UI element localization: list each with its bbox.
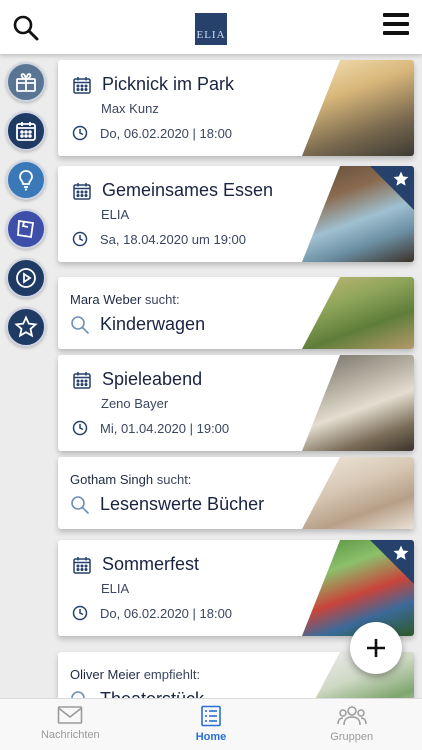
event-organizer: ELIA bbox=[101, 581, 130, 596]
request-photo bbox=[302, 277, 414, 349]
request-card[interactable]: Gotham Singh sucht: Lesenswerte Bücher bbox=[58, 457, 414, 529]
event-card[interactable]: Gemeinsames Essen ELIA Sa, 18.04.2020 um… bbox=[58, 166, 414, 262]
sidebar-ideas-button[interactable] bbox=[6, 160, 46, 200]
request-title: Lesenswerte Bücher bbox=[100, 494, 265, 514]
sidebar-calendar-button[interactable] bbox=[6, 111, 46, 151]
calendar-icon bbox=[73, 76, 91, 94]
request-verb: sucht: bbox=[144, 292, 180, 307]
event-title: Gemeinsames Essen bbox=[102, 180, 274, 200]
event-card[interactable]: Spieleabend Zeno Bayer Mi, 01.04.2020 | … bbox=[58, 355, 414, 451]
calendar-icon bbox=[73, 182, 91, 200]
event-photo bbox=[302, 60, 414, 156]
sidebar-play-button[interactable] bbox=[6, 258, 46, 298]
top-app-bar: ELIA bbox=[0, 0, 422, 54]
sidebar-favorites-button[interactable] bbox=[6, 307, 46, 347]
request-verb: sucht: bbox=[156, 472, 192, 487]
event-date: Do, 06.02.2020 | 18:00 bbox=[100, 125, 233, 141]
request-verb: empfiehlt: bbox=[143, 667, 201, 682]
request-card[interactable]: Mara Weber sucht: Kinderwagen bbox=[58, 277, 414, 349]
request-person: Gotham Singh bbox=[70, 472, 154, 487]
mail-icon bbox=[58, 706, 83, 724]
request-author-line: Oliver Meier empfiehlt: bbox=[70, 667, 200, 682]
search-icon bbox=[71, 315, 89, 334]
nav-label: Nachrichten bbox=[40, 729, 100, 741]
request-author-line: Mara Weber sucht: bbox=[70, 292, 180, 307]
calendar-icon bbox=[16, 122, 36, 141]
event-title: Sommerfest bbox=[102, 554, 200, 574]
request-person: Mara Weber bbox=[70, 292, 142, 307]
play-icon bbox=[16, 268, 36, 288]
event-organizer: Zeno Bayer bbox=[101, 396, 169, 411]
group-icon bbox=[336, 706, 367, 726]
request-person: Oliver Meier bbox=[70, 667, 141, 682]
clock-icon bbox=[72, 420, 88, 436]
clock-icon bbox=[72, 231, 88, 247]
event-organizer: ELIA bbox=[101, 207, 130, 222]
event-date: Mi, 01.04.2020 | 19:00 bbox=[100, 420, 230, 436]
star-icon bbox=[393, 171, 409, 186]
calendar-icon bbox=[73, 371, 91, 389]
nav-groups[interactable]: Gruppen bbox=[281, 699, 422, 750]
request-author-line: Gotham Singh sucht: bbox=[70, 472, 191, 487]
request-photo bbox=[302, 457, 414, 529]
elia-logo[interactable]: ELIA bbox=[195, 13, 227, 45]
menu-icon[interactable] bbox=[383, 13, 409, 35]
add-button[interactable] bbox=[350, 622, 402, 674]
star-icon bbox=[14, 315, 38, 338]
star-icon bbox=[393, 545, 409, 560]
nav-label: Gruppen bbox=[330, 731, 374, 743]
nav-label: Home bbox=[195, 731, 227, 743]
event-title: Spieleabend bbox=[102, 369, 203, 389]
nav-messages[interactable]: Nachrichten bbox=[0, 699, 141, 750]
lightbulb-icon bbox=[19, 170, 33, 191]
event-organizer: Max Kunz bbox=[101, 101, 159, 116]
sidebar-gift-button[interactable] bbox=[6, 62, 46, 102]
clock-icon bbox=[72, 605, 88, 621]
event-photo bbox=[302, 355, 414, 451]
event-date: Sa, 18.04.2020 um 19:00 bbox=[100, 231, 247, 247]
calendar-icon bbox=[73, 556, 91, 574]
nav-home[interactable]: Home bbox=[141, 699, 282, 750]
event-date: Do, 06.02.2020 | 18:00 bbox=[100, 605, 233, 621]
category-sidebar bbox=[6, 62, 48, 356]
sidebar-sticker-button[interactable] bbox=[6, 209, 46, 249]
gift-icon bbox=[16, 73, 36, 92]
event-card[interactable]: Picknick im Park Max Kunz Do, 06.02.2020… bbox=[58, 60, 414, 156]
event-title: Picknick im Park bbox=[102, 74, 235, 94]
search-icon bbox=[71, 495, 89, 514]
clock-icon bbox=[72, 125, 88, 141]
plus-icon bbox=[367, 639, 385, 657]
logo-text: ELIA bbox=[196, 29, 226, 41]
search-icon[interactable] bbox=[12, 14, 40, 42]
request-title: Kinderwagen bbox=[100, 314, 206, 334]
bottom-navigation: Nachrichten Home Gruppen bbox=[0, 698, 422, 750]
event-card[interactable]: Sommerfest ELIA Do, 06.02.2020 | 18:00 bbox=[58, 540, 414, 636]
list-icon bbox=[201, 705, 221, 727]
sticker-icon bbox=[17, 219, 35, 239]
